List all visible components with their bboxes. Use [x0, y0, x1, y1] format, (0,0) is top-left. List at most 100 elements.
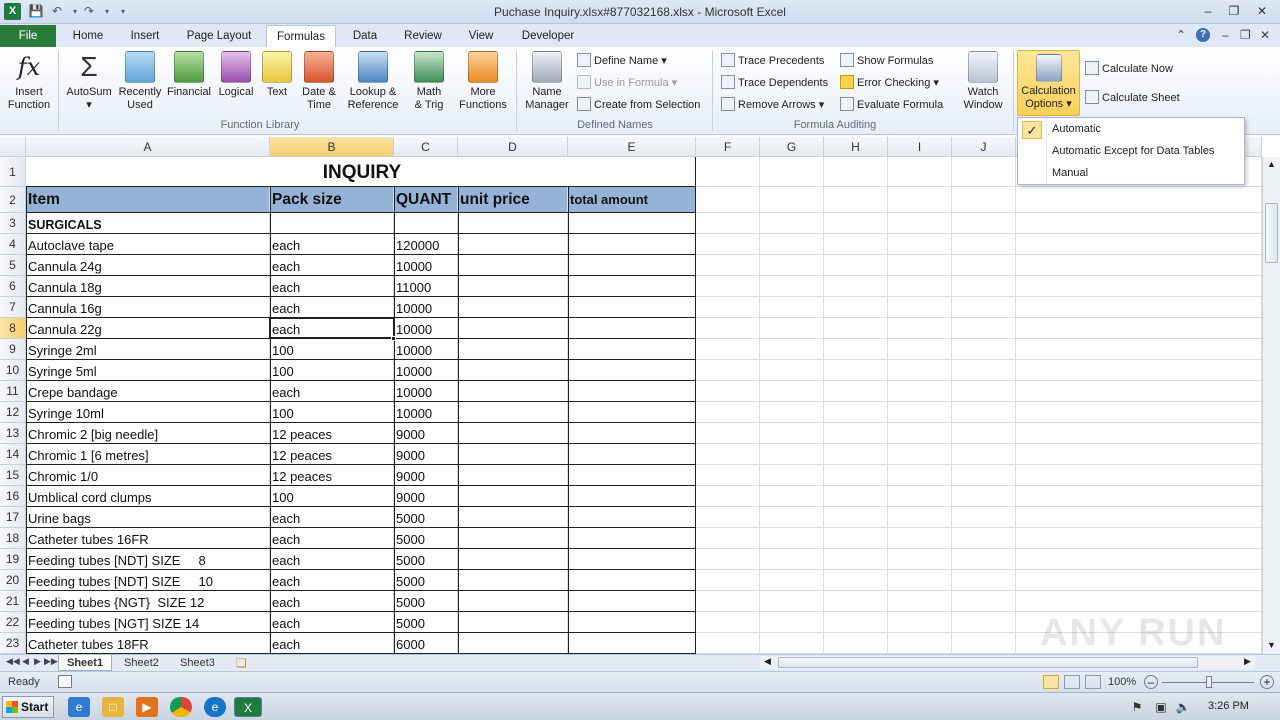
minimize-icon[interactable]: – [1196, 2, 1220, 20]
table-cell[interactable]: each [270, 298, 392, 318]
table-cell[interactable]: Urine bags [26, 508, 268, 528]
column-header-h[interactable]: H [824, 137, 888, 157]
workbook-restore-icon[interactable]: ❐ [1240, 28, 1251, 42]
name-manager-button[interactable]: Name Manager [522, 51, 572, 111]
inquiry-title[interactable]: INQUIRY [26, 157, 696, 187]
table-cell[interactable]: 10000 [394, 256, 456, 276]
trace-dependents-button[interactable]: Trace Dependents [721, 74, 828, 92]
table-cell[interactable]: Catheter tubes 16FR [26, 529, 268, 549]
header-cell[interactable]: Pack size [270, 187, 393, 212]
table-cell[interactable]: Catheter tubes 18FR [26, 634, 268, 654]
table-cell[interactable]: each [270, 529, 392, 549]
row-header[interactable]: 16 [0, 486, 26, 507]
sheet-tab-sheet3[interactable]: Sheet3 [172, 655, 223, 671]
table-cell[interactable]: 5000 [394, 508, 456, 528]
row-header[interactable]: 23 [0, 633, 26, 654]
table-cell[interactable]: 10000 [394, 361, 456, 381]
row-header[interactable]: 12 [0, 402, 26, 423]
fill-handle[interactable] [391, 336, 396, 341]
table-cell[interactable]: each [270, 571, 392, 591]
row-header[interactable]: 10 [0, 360, 26, 381]
table-cell[interactable]: 10000 [394, 298, 456, 318]
minimize-ribbon-icon[interactable]: ⌃ [1176, 28, 1186, 42]
math-trig-button[interactable]: Math & Trig [404, 51, 454, 111]
table-cell[interactable]: each [270, 634, 392, 654]
table-cell[interactable]: Feeding tubes [NDT] SIZE 10 [26, 571, 268, 591]
table-cell[interactable]: 12 peaces [270, 445, 392, 465]
zoom-in-icon[interactable]: + [1260, 675, 1274, 689]
row-header[interactable]: 1 [0, 157, 26, 187]
zoom-slider-thumb[interactable] [1206, 676, 1212, 688]
row-header[interactable]: 8 [0, 318, 26, 339]
table-cell[interactable]: each [270, 613, 392, 633]
active-cell-b8[interactable] [269, 317, 395, 339]
tab-formulas[interactable]: Formulas [266, 25, 336, 47]
scroll-right-icon[interactable]: ▶ [1244, 656, 1251, 667]
column-header-j[interactable]: J [952, 137, 1016, 157]
tab-data[interactable]: Data [342, 25, 388, 47]
sheet-tab-sheet1[interactable]: Sheet1 [58, 655, 113, 671]
table-cell[interactable]: 5000 [394, 529, 456, 549]
tab-developer[interactable]: Developer [512, 25, 584, 47]
row-header[interactable]: 2 [0, 187, 26, 213]
table-cell[interactable]: Cannula 24g [26, 256, 268, 276]
table-cell[interactable]: Crepe bandage [26, 382, 268, 402]
use-in-formula-button[interactable]: Use in Formula ▾ [577, 74, 677, 92]
table-cell[interactable]: 12 peaces [270, 424, 392, 444]
file-explorer-icon[interactable]: □ [102, 697, 124, 717]
row-header[interactable]: 20 [0, 570, 26, 591]
table-cell[interactable]: Autoclave tape [26, 235, 268, 255]
row-header[interactable]: 6 [0, 276, 26, 297]
column-header-g[interactable]: G [760, 137, 824, 157]
logical-button[interactable]: Logical [214, 51, 258, 99]
page-layout-view-icon[interactable] [1064, 675, 1080, 689]
header-cell[interactable]: QUANT [394, 187, 457, 212]
table-cell[interactable]: Cannula 22g [26, 319, 268, 339]
scroll-down-icon[interactable]: ▼ [1267, 640, 1276, 650]
autosum-button[interactable]: Σ AutoSum ▾ [62, 51, 116, 111]
remove-arrows-button[interactable]: Remove Arrows ▾ [721, 96, 824, 114]
table-cell[interactable]: 5000 [394, 571, 456, 591]
workbook-close-icon[interactable]: ✕ [1260, 28, 1270, 42]
table-cell[interactable]: Chromic 1 [6 metres] [26, 445, 268, 465]
excel-taskbar-icon[interactable]: X [234, 697, 262, 717]
normal-view-icon[interactable] [1043, 675, 1059, 689]
table-cell[interactable]: each [270, 550, 392, 570]
close-icon[interactable]: ✕ [1250, 2, 1274, 20]
table-cell[interactable]: 10000 [394, 382, 456, 402]
date-time-button[interactable]: Date & Time [296, 51, 342, 111]
tab-insert[interactable]: Insert [120, 25, 170, 47]
row-header[interactable]: 22 [0, 612, 26, 633]
edge-icon[interactable]: e [204, 697, 226, 717]
tab-page-layout[interactable]: Page Layout [178, 25, 260, 47]
define-name-button[interactable]: Define Name ▾ [577, 52, 667, 70]
column-header-b[interactable]: B [270, 137, 394, 157]
evaluate-formula-button[interactable]: Evaluate Formula [840, 96, 943, 114]
row-header[interactable]: 17 [0, 507, 26, 528]
column-header-c[interactable]: C [394, 137, 458, 157]
calculation-options-button[interactable]: Calculation Options ▾ [1017, 50, 1080, 116]
column-header-i[interactable]: I [888, 137, 952, 157]
lookup-reference-button[interactable]: Lookup & Reference [342, 51, 404, 111]
help-icon[interactable]: ? [1196, 28, 1210, 42]
table-cell[interactable]: Umblical cord clumps [26, 487, 268, 507]
recently-used-button[interactable]: Recently Used [116, 51, 164, 111]
table-cell[interactable] [394, 214, 456, 234]
table-cell[interactable]: Feeding tubes {NGT} SIZE 12 [26, 592, 268, 612]
table-cell[interactable]: 11000 [394, 277, 456, 297]
first-sheet-icon[interactable]: ◀◀ [6, 656, 20, 667]
table-cell[interactable]: each [270, 235, 392, 255]
header-cell[interactable]: Item [26, 187, 269, 212]
financial-button[interactable]: Financial [164, 51, 214, 99]
table-cell[interactable]: 100 [270, 403, 392, 423]
tab-review[interactable]: Review [396, 25, 450, 47]
workbook-minimize-icon[interactable]: – [1222, 28, 1229, 42]
scroll-left-icon[interactable]: ◀ [764, 656, 771, 667]
menu-item-manual[interactable]: Manual [1052, 167, 1088, 179]
table-cell[interactable]: Syringe 2ml [26, 340, 268, 360]
table-cell[interactable]: 9000 [394, 445, 456, 465]
insert-function-button[interactable]: fx Insert Function [4, 51, 54, 111]
header-cell[interactable]: unit price [458, 187, 567, 212]
table-cell[interactable]: 100 [270, 361, 392, 381]
show-formulas-button[interactable]: Show Formulas [840, 52, 933, 70]
